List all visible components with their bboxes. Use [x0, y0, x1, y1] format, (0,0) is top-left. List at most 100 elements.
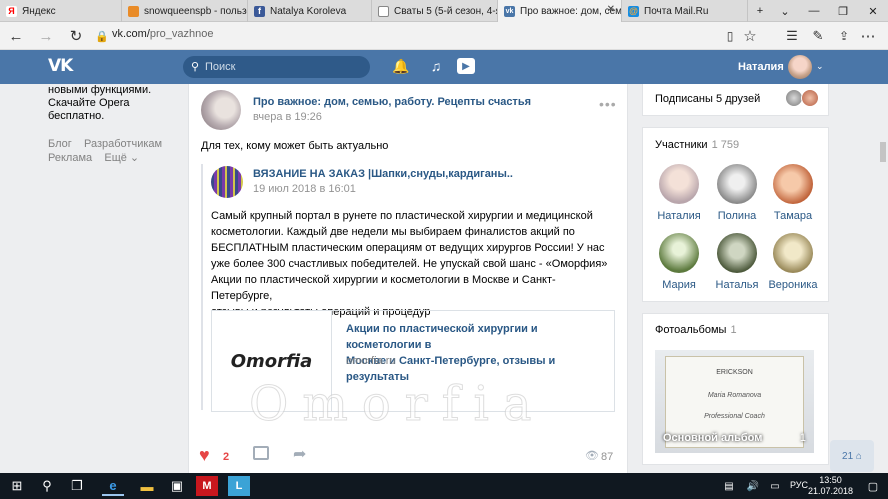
play-icon[interactable]: ▶ [457, 58, 475, 74]
share-arrow-icon[interactable]: ➦ [293, 444, 306, 464]
tab-list-chevron-icon[interactable]: ⌄ [774, 0, 796, 22]
album-label: Основной альбом [663, 432, 763, 444]
tab-livejournal[interactable]: snowqueenspb - пользов [122, 0, 248, 22]
task-view-icon[interactable]: ❐ [66, 476, 88, 496]
share-icon[interactable]: ⇪ [834, 26, 854, 46]
like-count[interactable]: 2 [223, 451, 229, 463]
mailru-icon: @ [628, 5, 639, 17]
scrollbar-thumb[interactable] [880, 142, 886, 162]
link-ads[interactable]: Реклама [48, 152, 92, 164]
post-author[interactable]: Про важное: дом, семью, работу. Рецепты … [253, 96, 531, 108]
post-more-icon[interactable]: ••• [599, 96, 617, 112]
members-title[interactable]: Участники 1 759 [655, 139, 739, 151]
member-item[interactable]: Наталия [651, 164, 707, 222]
search-icon[interactable]: ⚲ [36, 476, 58, 496]
friends-subscribed-card[interactable]: Подписаны 5 друзей [642, 84, 829, 116]
hub-icon[interactable]: ☰ [782, 26, 802, 46]
album-photo-count: 1 [799, 432, 806, 444]
cert-title: Professional Coach [704, 413, 765, 420]
friends-subscribed-label: Подписаны 5 друзей [655, 93, 761, 105]
page-icon [378, 5, 389, 17]
member-item[interactable]: Тамара [765, 164, 821, 222]
search-input[interactable]: ⚲ Поиск [183, 56, 370, 78]
repost-divider [201, 164, 203, 410]
mcafee-icon[interactable]: M [196, 476, 218, 496]
notifications-tray-icon[interactable]: ▭ [764, 476, 786, 496]
windows-start-icon[interactable]: ⊞ [6, 476, 28, 496]
back-arrow-icon[interactable]: ← [6, 26, 26, 46]
edge-browser-icon[interactable]: e [102, 476, 124, 496]
search-placeholder: Поиск [205, 61, 236, 73]
web-note-icon[interactable]: ✎ [808, 26, 828, 46]
chat-bubble[interactable]: 21 ⌂ [830, 440, 874, 472]
reading-view-icon[interactable]: ▯ [720, 26, 740, 46]
volume-icon[interactable]: 🔊 [742, 476, 764, 496]
left-sidebar: новыми функциями. Скачайте Opera бесплат… [48, 84, 178, 165]
clock-time: 13:50 [819, 475, 842, 485]
community-avatar[interactable] [201, 90, 241, 130]
chat-count: 21 [842, 450, 854, 462]
search-icon: ⚲ [191, 61, 200, 73]
more-menu-icon[interactable]: ⋯ [858, 26, 878, 46]
link-more[interactable]: Ещё ⌄ [104, 152, 139, 164]
cert-brand: ERICKSON [716, 369, 753, 376]
notifications-bell-icon[interactable]: 🔔 [392, 58, 409, 74]
chevron-down-icon[interactable]: ⌄ [816, 61, 824, 72]
maximize-button[interactable]: ❐ [828, 0, 858, 22]
wall-post: Про важное: дом, семью, работу. Рецепты … [188, 84, 628, 473]
repost-text-line: косметологии. Каждый две недели мы выбир… [211, 226, 575, 238]
albums-title[interactable]: Фотоальбомы 1 [655, 324, 737, 336]
member-avatar [659, 164, 699, 204]
browser-tab-bar: Я Яндекс snowqueenspb - пользов f Nataly… [0, 0, 888, 22]
tab-yandex[interactable]: Я Яндекс [0, 0, 122, 22]
refresh-icon[interactable]: ↻ [66, 26, 86, 46]
promo-line: новыми функциями. [48, 84, 152, 96]
close-tab-icon[interactable]: ✕ [607, 4, 615, 15]
forward-arrow-icon[interactable]: → [36, 26, 56, 46]
post-time[interactable]: вчера в 19:26 [253, 111, 322, 123]
vk-logo[interactable]: VK [48, 56, 76, 76]
url-field[interactable]: vk.com/pro_vazhnoe [112, 28, 214, 40]
member-item[interactable]: Вероника [765, 233, 821, 291]
comment-icon[interactable] [253, 446, 269, 460]
link-developers[interactable]: Разработчикам [84, 138, 162, 150]
tab-mailru[interactable]: @ Почта Mail.Ru [622, 0, 748, 22]
heart-icon[interactable]: ♥ [199, 445, 210, 466]
language-indicator[interactable]: РУС [790, 480, 808, 490]
tab-label: Сваты 5 (5-й сезон, 4-я с [394, 5, 498, 17]
close-window-button[interactable]: ✕ [858, 0, 888, 22]
tab-svaty[interactable]: Сваты 5 (5-й сезон, 4-я с [372, 0, 498, 22]
livejournal-icon [128, 5, 139, 17]
minimize-button[interactable]: — [800, 0, 828, 22]
store-icon[interactable]: ▣ [166, 476, 188, 496]
promo-line: бесплатно. [48, 110, 105, 122]
app-l-icon[interactable]: L [228, 476, 250, 496]
member-item[interactable]: Мария [651, 233, 707, 291]
new-tab-button[interactable]: + [748, 0, 772, 22]
user-name[interactable]: Наталия [738, 61, 784, 73]
member-item[interactable]: Полина [709, 164, 765, 222]
user-avatar[interactable] [788, 55, 812, 79]
albums-title-text: Фотоальбомы [655, 324, 727, 336]
file-explorer-icon[interactable]: ▬ [136, 476, 158, 496]
link-blog[interactable]: Блог [48, 138, 72, 150]
member-name: Полина [717, 210, 757, 222]
network-icon[interactable]: ▤ [718, 476, 740, 496]
clock[interactable]: 13:50 21.07.2018 [808, 475, 853, 497]
photo-albums-card: Фотоальбомы 1 ERICKSON Maria Romanova Pro… [642, 313, 829, 465]
album-thumbnail[interactable]: ERICKSON Maria Romanova Professional Coa… [655, 350, 814, 453]
repost-text-line: Самый крупный портал в рунете по пластич… [211, 210, 593, 222]
repost-author[interactable]: ВЯЗАНИЕ НА ЗАКАЗ |Шапки,снуды,кардиганы.… [253, 168, 513, 180]
facebook-icon: f [254, 5, 265, 17]
favorite-star-icon[interactable]: ☆ [740, 26, 760, 46]
repost-avatar[interactable] [211, 166, 243, 198]
tab-label: Яндекс [22, 5, 56, 17]
action-center-icon[interactable]: ▢ [862, 476, 884, 496]
tab-facebook[interactable]: f Natalya Koroleva [248, 0, 372, 22]
tab-vk[interactable]: vk Про важное: дом, сем ✕ [498, 0, 622, 22]
members-card: Участники 1 759 Наталия Полина Тамара Мар… [642, 127, 829, 302]
repost-time[interactable]: 19 июл 2018 в 16:01 [253, 183, 356, 195]
member-item[interactable]: Наталья [709, 233, 765, 291]
vk-header: VK ⚲ Поиск 🔔 ♫ ▶ Наталия ⌄ [0, 50, 888, 84]
music-note-icon[interactable]: ♫ [428, 58, 444, 74]
